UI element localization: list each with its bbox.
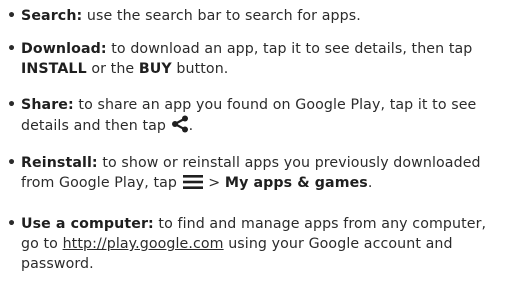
download-text-c: button.	[171, 61, 229, 77]
menu-icon	[182, 174, 204, 196]
bullet: •	[7, 216, 17, 232]
computer-title: Use a computer:	[21, 216, 154, 232]
list-item-reinstall: • Reinstall: to show or reinstall apps y…	[7, 153, 501, 196]
bullet: •	[7, 155, 17, 171]
search-text: use the search bar to search for apps.	[82, 8, 361, 24]
download-title: Download:	[21, 41, 107, 57]
share-icon	[171, 115, 189, 139]
buy-label: BUY	[138, 61, 172, 77]
reinstall-title: Reinstall:	[21, 155, 98, 171]
reinstall-text-c: .	[367, 175, 373, 191]
download-text-b: or the	[86, 61, 139, 77]
install-label: INSTALL	[21, 61, 87, 77]
bullet: •	[7, 41, 17, 57]
reinstall-text-b: >	[203, 175, 225, 191]
list-item-computer: • Use a computer: to find and manage app…	[7, 214, 501, 274]
share-text-a: to share an app you found on Google Play…	[21, 97, 477, 134]
bullet: •	[7, 97, 17, 113]
list-item-search: • Search: use the search bar to search f…	[7, 6, 501, 26]
share-text-b: .	[188, 118, 194, 134]
bullet: •	[7, 8, 17, 24]
list-item-download: • Download: to download an app, tap it t…	[7, 39, 501, 79]
my-apps-label: My apps & games	[224, 175, 368, 191]
share-title: Share:	[21, 97, 74, 113]
play-store-link[interactable]: http://play.google.com	[63, 236, 224, 252]
list-item-share: • Share: to share an app you found on Go…	[7, 95, 501, 139]
search-title: Search:	[21, 8, 83, 24]
download-text-a: to download an app, tap it to see detail…	[106, 41, 473, 57]
